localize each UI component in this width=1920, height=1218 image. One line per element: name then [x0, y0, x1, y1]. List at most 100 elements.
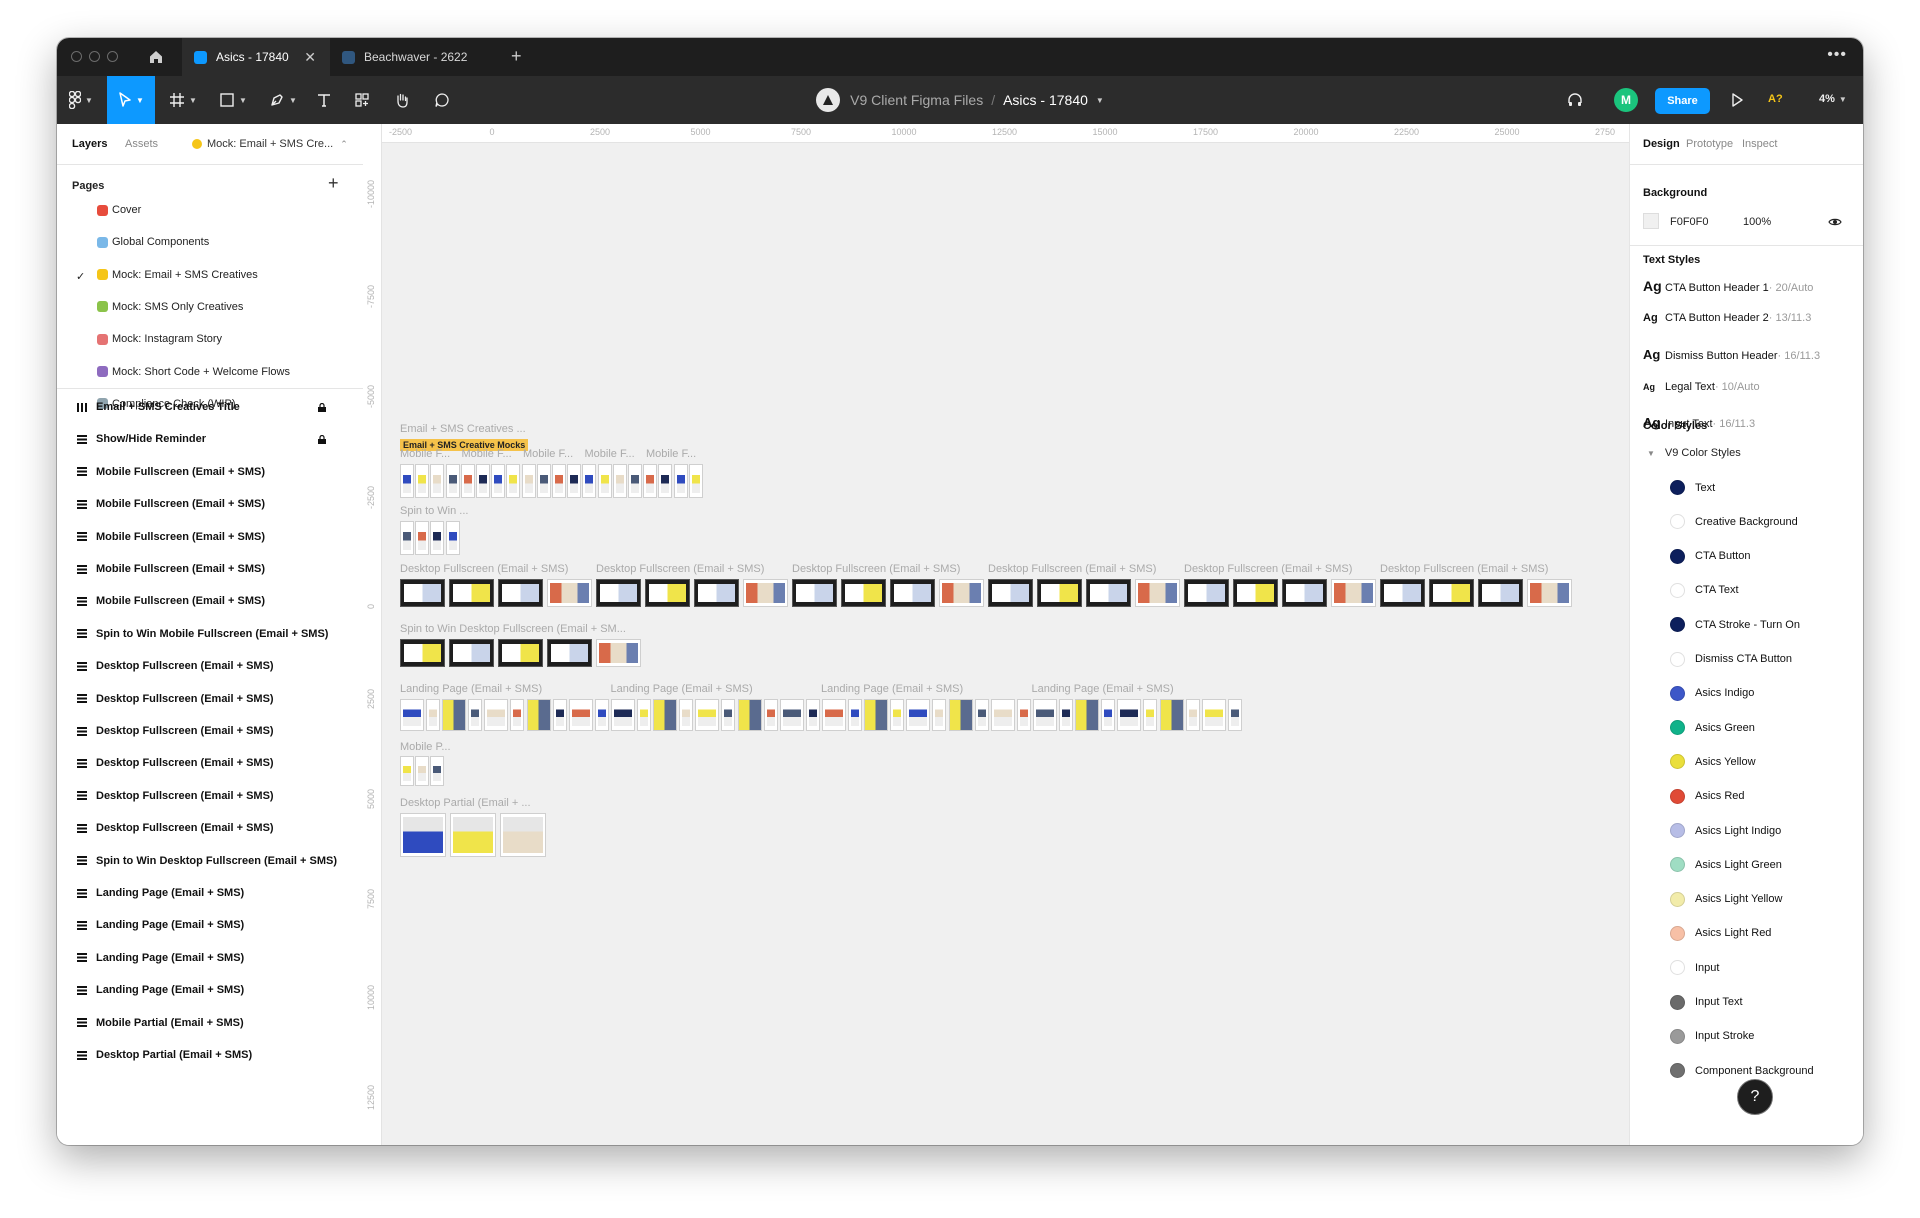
frame-label[interactable]: Desktop Fullscreen (Email + SMS) — [988, 563, 1156, 575]
color-style-item[interactable]: Asics Light Red — [1670, 925, 1771, 941]
frame-thumbnail[interactable] — [1331, 579, 1376, 607]
frame-thumbnail[interactable] — [637, 699, 651, 731]
frame-thumbnail[interactable] — [1037, 579, 1082, 607]
frame-label[interactable]: Desktop Partial (Email + ... — [400, 797, 531, 809]
frame-thumbnail[interactable] — [779, 699, 804, 731]
layer-item[interactable]: Show/Hide Reminder — [77, 433, 206, 445]
frame-thumbnail[interactable] — [582, 464, 597, 498]
new-tab-icon[interactable]: + — [511, 46, 522, 67]
color-style-item[interactable]: Input Stroke — [1670, 1028, 1754, 1044]
frame-label[interactable]: Desktop Fullscreen (Email + SMS) — [792, 563, 960, 575]
tab-layers[interactable]: Layers — [72, 138, 107, 150]
frame-label[interactable]: Mobile F... — [400, 448, 450, 460]
home-icon[interactable] — [147, 48, 165, 66]
frame-thumbnail[interactable] — [1227, 699, 1242, 731]
layer-item[interactable]: Landing Page (Email + SMS) — [77, 952, 244, 964]
frame-thumbnail[interactable] — [974, 699, 989, 731]
text-style-item[interactable]: Ag CTA Button Header 1 · 20/Auto — [1643, 278, 1813, 294]
layer-item[interactable]: Mobile Partial (Email + SMS) — [77, 1017, 244, 1029]
frame-thumbnail[interactable] — [1233, 579, 1278, 607]
close-tab-icon[interactable]: ✕ — [304, 49, 316, 66]
frame-thumbnail[interactable] — [400, 579, 445, 607]
layer-item[interactable]: Landing Page (Email + SMS) — [77, 887, 244, 899]
layer-item[interactable]: Mobile Fullscreen (Email + SMS) — [77, 531, 265, 543]
tab-assets[interactable]: Assets — [125, 138, 158, 150]
frame-thumbnail[interactable] — [547, 579, 592, 607]
frame-thumbnail[interactable] — [628, 464, 642, 498]
frame-thumbnail[interactable] — [1201, 699, 1226, 731]
background-swatch[interactable] — [1643, 213, 1659, 229]
frame-thumbnail[interactable] — [694, 579, 739, 607]
frame-thumbnail[interactable] — [552, 699, 567, 731]
frame-label[interactable]: Desktop Fullscreen (Email + SMS) — [596, 563, 764, 575]
color-style-item[interactable]: Asics Green — [1670, 720, 1755, 736]
frame-thumbnail[interactable] — [400, 813, 446, 857]
frame-thumbnail[interactable] — [594, 699, 609, 731]
frame-thumbnail[interactable] — [552, 464, 566, 498]
frame-thumbnail[interactable] — [658, 464, 673, 498]
page-item[interactable]: Global Components — [97, 236, 209, 248]
frame-thumbnail[interactable] — [400, 699, 424, 731]
frame-thumbnail[interactable] — [864, 699, 889, 731]
frame-thumbnail[interactable] — [500, 813, 546, 857]
frame-thumbnail[interactable] — [890, 579, 935, 607]
frame-thumbnail[interactable] — [932, 699, 947, 731]
avatar[interactable]: M — [1614, 88, 1638, 112]
frame-thumbnail[interactable] — [430, 756, 445, 786]
close-window-button[interactable] — [71, 51, 82, 62]
frame-label[interactable]: Landing Page (Email + SMS) — [821, 683, 963, 695]
page-item[interactable]: Mock: Email + SMS Creatives — [97, 269, 258, 281]
frame-thumbnail[interactable] — [988, 579, 1033, 607]
frame-label[interactable]: Mobile F... — [462, 448, 512, 460]
frame-thumbnail[interactable] — [498, 639, 543, 667]
background-hex-input[interactable]: F0F0F0 — [1670, 216, 1709, 228]
frame-label[interactable]: Landing Page (Email + SMS) — [400, 683, 542, 695]
comment-tool-button[interactable] — [427, 76, 457, 124]
frame-thumbnail[interactable] — [476, 464, 490, 498]
frame-thumbnail[interactable] — [400, 464, 414, 498]
frame-thumbnail[interactable] — [695, 699, 720, 731]
frame-thumbnail[interactable] — [426, 699, 440, 731]
resources-tool-button[interactable] — [347, 76, 377, 124]
frame-thumbnail[interactable] — [612, 464, 627, 498]
zoom-dropdown[interactable]: 4% ▼ — [1819, 93, 1847, 105]
color-style-item[interactable]: Input — [1670, 960, 1719, 976]
background-opacity-input[interactable]: 100% — [1743, 216, 1771, 228]
frame-thumbnail[interactable] — [484, 699, 509, 731]
frame-label[interactable]: Landing Page (Email + SMS) — [611, 683, 753, 695]
text-style-item[interactable]: Ag Legal Text · 10/Auto — [1643, 381, 1760, 393]
frame-thumbnail[interactable] — [445, 464, 460, 498]
frame-thumbnail[interactable] — [822, 699, 846, 731]
eye-icon[interactable] — [1828, 217, 1842, 227]
color-style-item[interactable]: Asics Light Green — [1670, 857, 1782, 873]
frame-thumbnail[interactable] — [743, 579, 788, 607]
layer-item[interactable]: Mobile Fullscreen (Email + SMS) — [77, 498, 265, 510]
chevron-down-icon[interactable]: ▼ — [1096, 96, 1104, 105]
frame-thumbnail[interactable] — [596, 579, 641, 607]
layer-item[interactable]: Mobile Fullscreen (Email + SMS) — [77, 563, 265, 575]
frame-thumbnail[interactable] — [506, 464, 521, 498]
frame-thumbnail[interactable] — [841, 579, 886, 607]
frame-thumbnail[interactable] — [596, 639, 641, 667]
frame-thumbnail[interactable] — [721, 699, 736, 731]
frame-thumbnail[interactable] — [1478, 579, 1523, 607]
frame-thumbnail[interactable] — [1075, 699, 1100, 731]
layer-item[interactable]: Landing Page (Email + SMS) — [77, 919, 244, 931]
tab-inspect[interactable]: Inspect — [1742, 138, 1777, 150]
frame-thumbnail[interactable] — [643, 464, 658, 498]
frame-thumbnail[interactable] — [1016, 699, 1031, 731]
layer-item[interactable]: Desktop Fullscreen (Email + SMS) — [77, 757, 274, 769]
tab-design[interactable]: Design — [1643, 138, 1680, 150]
frame-label[interactable]: Desktop Fullscreen (Email + SMS) — [1184, 563, 1352, 575]
color-group-toggle[interactable]: ▼ V9 Color Styles — [1647, 447, 1741, 459]
frame-thumbnail[interactable] — [568, 699, 593, 731]
frame-thumbnail[interactable] — [430, 464, 445, 498]
frame-thumbnail[interactable] — [547, 639, 592, 667]
color-style-item[interactable]: Asics Light Yellow — [1670, 891, 1782, 907]
color-style-item[interactable]: Asics Yellow — [1670, 754, 1756, 770]
pen-tool-button[interactable]: ▼ — [263, 76, 303, 124]
frame-thumbnail[interactable] — [400, 756, 414, 786]
frame-label[interactable]: Email + SMS Creatives ... — [400, 423, 526, 435]
frame-thumbnail[interactable] — [792, 579, 837, 607]
frame-thumbnail[interactable] — [400, 639, 445, 667]
